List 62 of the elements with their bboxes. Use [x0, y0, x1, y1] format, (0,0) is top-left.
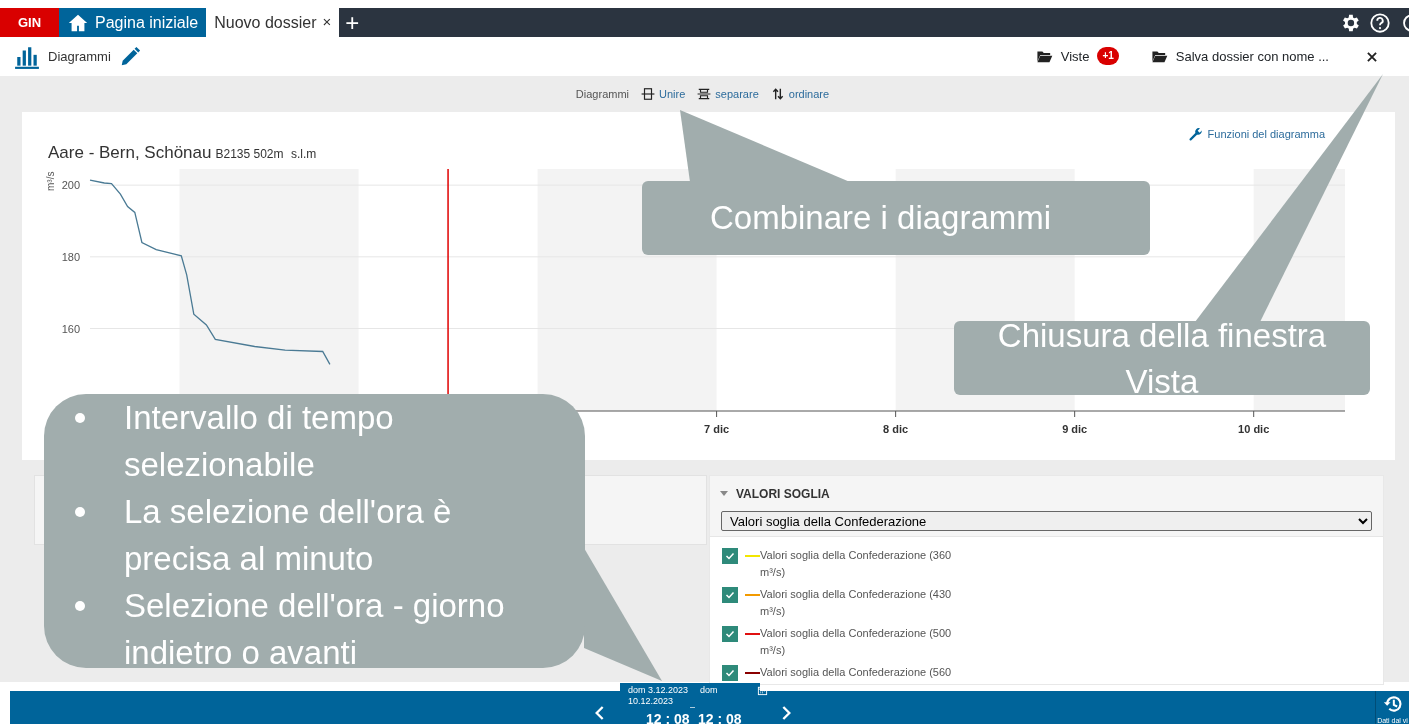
- count-badge: +1: [1097, 46, 1119, 65]
- sort-icon: [770, 87, 785, 101]
- close-tab-button[interactable]: ×: [322, 11, 332, 34]
- calendar-icon[interactable]: [757, 685, 768, 696]
- y-tick-label: 200: [61, 179, 80, 192]
- threshold-label: Valori soglia della Confederazione (500 m³/s): [760, 626, 953, 658]
- date-range-field[interactable]: dom 3.12.2023 dom 10.12.2023: [620, 683, 760, 707]
- wrench-icon: [1187, 126, 1204, 143]
- section-title: VALORI SOGLIA: [736, 486, 830, 503]
- check-icon: [724, 667, 736, 679]
- callout-text: Intervallo di tempo selezionabile: [124, 398, 395, 485]
- threshold-label: Valori soglia della Confederazione (430 m³/s): [760, 587, 953, 619]
- x-tick-label: 7 dic: [704, 423, 730, 435]
- merge-button[interactable]: Unire: [641, 85, 686, 103]
- altitude-unit: s.l.m: [290, 147, 317, 161]
- checkbox[interactable]: [722, 587, 738, 603]
- bullet-icon: [74, 412, 86, 424]
- end-date: 10.12.2023: [628, 696, 675, 707]
- merge-icon: [641, 87, 656, 101]
- checkbox[interactable]: [722, 665, 738, 681]
- threshold-label: Valori soglia della Confederazione (360 m³/s): [760, 548, 953, 580]
- x-tick-label: 10 dic: [1238, 423, 1270, 435]
- split-button[interactable]: separare: [697, 85, 759, 103]
- threshold-label: Valori soglia della Confederazione (560: [760, 665, 953, 680]
- help-icon[interactable]: [1369, 11, 1391, 34]
- y-axis-label: m³/s: [45, 171, 56, 191]
- check-icon: [724, 550, 736, 562]
- chart-functions-link[interactable]: Funzioni del diagramma: [1187, 126, 1325, 143]
- start-date: dom 3.12.2023: [628, 685, 689, 696]
- callout-text: Selezione dell'ora - giorno indietro o avanti: [124, 586, 506, 673]
- bullet-icon: [74, 506, 86, 518]
- tab[interactable]: GIN: [0, 8, 59, 37]
- callout-text: Combinare i diagrammi: [710, 198, 1053, 238]
- callout-text: Chiusura della finestra Vista: [996, 316, 1328, 402]
- end-time[interactable]: 12 : 08: [698, 710, 742, 724]
- check-icon: [724, 589, 736, 601]
- bullet-icon: [74, 600, 86, 612]
- tab[interactable]: Nuovo dossier ×: [206, 8, 340, 37]
- check-icon: [724, 628, 736, 640]
- y-tick-label: 160: [61, 322, 80, 335]
- start-time[interactable]: 12 : 08: [646, 710, 690, 724]
- x-tick-label: 9 dic: [1062, 423, 1088, 435]
- add-tab-button[interactable]: +: [339, 8, 366, 37]
- chart-title: Aare - Bern, Schönau: [48, 142, 212, 164]
- station-code: B2135 502m: [215, 147, 284, 161]
- split-icon: [697, 87, 712, 101]
- tab[interactable]: Pagina iniziale: [59, 8, 207, 37]
- checkbox[interactable]: [722, 626, 738, 642]
- callout-text: La selezione dell'ora è precisa al minuto: [124, 492, 453, 579]
- save-as-button[interactable]: Salva dossier con nome ...: [1150, 46, 1329, 67]
- sort-button[interactable]: ordinare: [770, 85, 830, 103]
- history-icon: [1382, 694, 1403, 714]
- views-button[interactable]: Viste +1: [1035, 46, 1119, 67]
- diagram-bar-label: Diagrammi: [575, 86, 630, 102]
- threshold-select[interactable]: Valori soglia della Confederazione: [721, 511, 1372, 531]
- y-tick-label: 180: [61, 250, 80, 263]
- end-day: dom: [700, 685, 718, 696]
- toolbar-title: Diagrammi: [48, 47, 111, 66]
- x-tick-label: 8 dic: [883, 423, 909, 435]
- collapse-caret-icon[interactable]: [720, 491, 728, 497]
- close-icon[interactable]: [1365, 49, 1379, 64]
- checkbox[interactable]: [722, 548, 738, 564]
